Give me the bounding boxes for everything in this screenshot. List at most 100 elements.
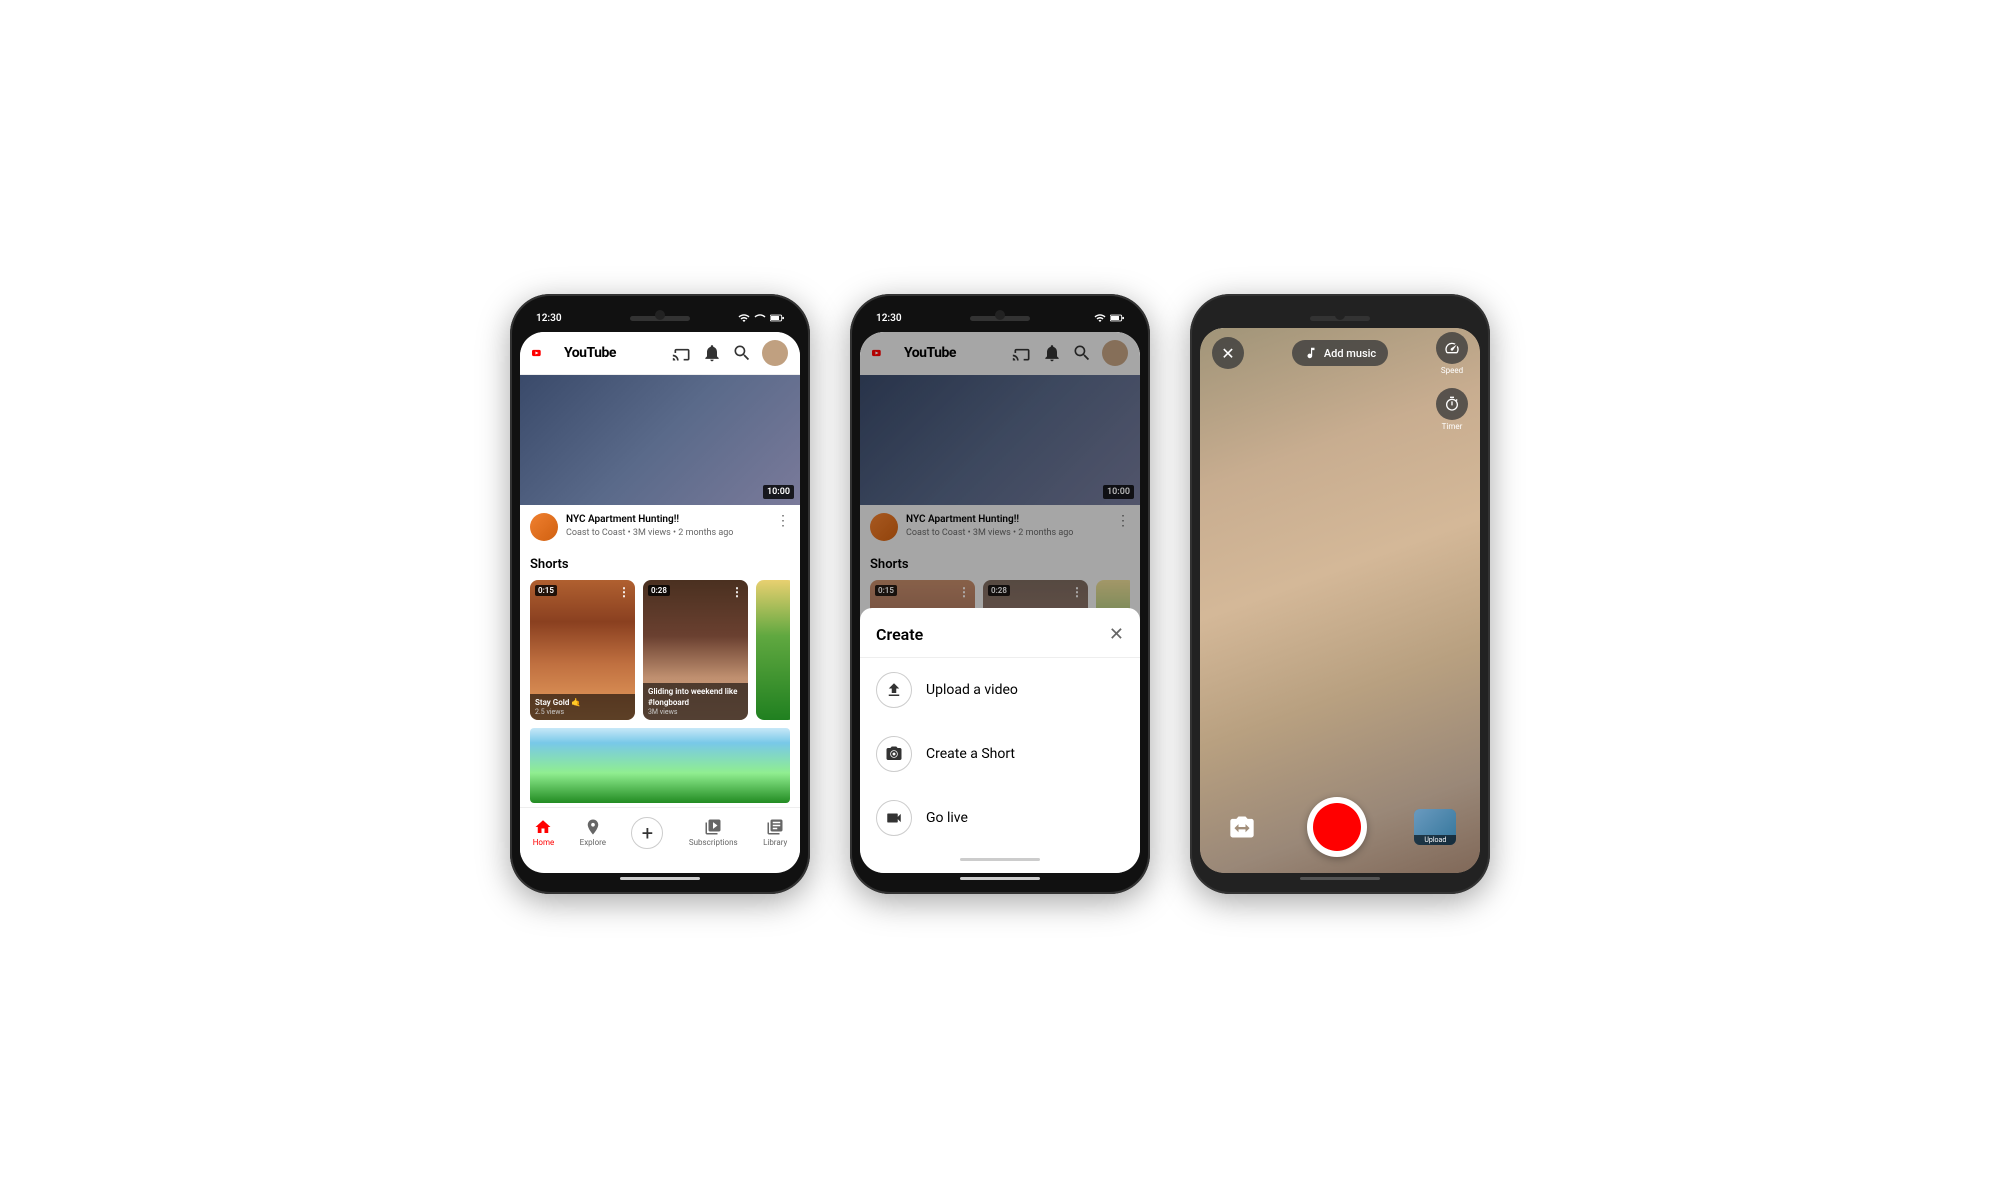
short-card-1[interactable]: 0:15 ⋮ Stay Gold 🤙 2.5 views	[530, 580, 635, 720]
video-details-1: NYC Apartment Hunting!! Coast to Coast •…	[566, 513, 768, 538]
phone-1-time: 12:30	[536, 313, 562, 324]
phone-1: 12:30 YouTube	[510, 294, 810, 894]
signal-icon	[754, 312, 766, 324]
wifi-icon	[738, 312, 750, 324]
home-indicator-3	[1300, 877, 1380, 880]
nav-explore-1[interactable]: Explore	[580, 818, 606, 847]
nav-home-label-1: Home	[533, 838, 555, 847]
avatar-1[interactable]	[762, 340, 788, 366]
short-thumb-3	[756, 580, 790, 720]
phone-2: 12:30 YouTube	[850, 294, 1150, 894]
create-modal-close-btn[interactable]: ✕	[1109, 624, 1124, 645]
modal-home-indicator	[960, 858, 1040, 861]
nav-subscriptions-label-1: Subscriptions	[689, 838, 738, 847]
short-card-3[interactable]	[756, 580, 790, 720]
yt-logo-text-1: YouTube	[564, 345, 616, 361]
add-music-label: Add music	[1324, 347, 1376, 360]
phone-3-screen: ✕ Add music Speed	[1200, 328, 1480, 873]
phone-2-time: 12:30	[876, 313, 902, 324]
search-icon-1[interactable]	[732, 343, 752, 363]
create-modal-live[interactable]: Go live	[860, 786, 1140, 850]
short-1-more[interactable]: ⋮	[618, 585, 630, 599]
shorts-row-1: 0:15 ⋮ Stay Gold 🤙 2.5 views 0:28	[530, 580, 790, 720]
phone-2-camera	[995, 310, 1005, 320]
upload-icon-circle	[876, 672, 912, 708]
short-1-views: 2.5 views	[535, 708, 630, 716]
cast-icon-1[interactable]	[672, 343, 692, 363]
short-1-info: Stay Gold 🤙 2.5 views	[530, 694, 635, 720]
upload-icon	[885, 681, 903, 699]
camera-upload-area[interactable]: Upload	[1414, 809, 1456, 845]
camera-right-tools: Timer	[1436, 388, 1468, 431]
phone-2-screen: YouTube 10:00 NYC Apartment Hunting!!	[860, 332, 1140, 873]
phones-container: 12:30 YouTube	[510, 294, 1490, 894]
video-more-1[interactable]: ⋮	[776, 513, 790, 529]
camera-timer-button[interactable]	[1436, 388, 1468, 420]
nav-home-1[interactable]: Home	[533, 818, 555, 847]
phone-1-status-icons	[738, 312, 784, 324]
yt-header-1: YouTube	[520, 332, 800, 375]
camera-upload-button[interactable]: Upload	[1414, 809, 1456, 845]
landscape-thumbnail-1[interactable]	[530, 728, 790, 803]
create-modal-header: Create ✕	[860, 624, 1140, 658]
camera-add-music-button[interactable]: Add music	[1292, 340, 1388, 366]
video-thumbnail-1[interactable]: 10:00	[520, 375, 800, 505]
upload-thumbnail	[1414, 809, 1456, 835]
short-2-more[interactable]: ⋮	[731, 585, 743, 599]
short-thumb-1: 0:15 ⋮ Stay Gold 🤙 2.5 views	[530, 580, 635, 720]
yt-logo-1: YouTube	[532, 343, 616, 363]
live-icon-circle	[876, 800, 912, 836]
video-title-1[interactable]: NYC Apartment Hunting!!	[566, 513, 768, 526]
create-modal-upload[interactable]: Upload a video	[860, 658, 1140, 722]
phone-2-status-icons	[1094, 312, 1124, 324]
short-2-views: 3M views	[648, 708, 743, 716]
short-1-duration: 0:15	[535, 585, 557, 596]
nav-library-1[interactable]: Library	[763, 818, 787, 847]
short-2-info: Gliding into weekend like #longboard 3M …	[643, 683, 748, 720]
phone-3-camera	[1335, 310, 1345, 320]
nav-add-1[interactable]: +	[631, 817, 663, 849]
video-duration-1: 10:00	[763, 485, 794, 499]
home-indicator-2	[960, 877, 1040, 880]
timer-label: Timer	[1442, 422, 1463, 431]
camera-flip-button[interactable]	[1224, 809, 1260, 845]
short-2-name: Gliding into weekend like #longboard	[648, 687, 743, 708]
short-thumb-third-bg	[756, 580, 790, 720]
nav-add-circle-1[interactable]: +	[631, 817, 663, 849]
short-card-2[interactable]: 0:28 ⋮ Gliding into weekend like #longbo…	[643, 580, 748, 720]
wifi-icon-2	[1094, 312, 1106, 324]
create-modal-title: Create	[876, 625, 923, 644]
camera-speed-button[interactable]	[1436, 332, 1468, 364]
timer-icon	[1444, 396, 1460, 412]
video-info-1: NYC Apartment Hunting!! Coast to Coast •…	[520, 505, 800, 549]
home-indicator-1	[620, 877, 700, 880]
nav-explore-label-1: Explore	[580, 838, 606, 847]
create-modal-overlay[interactable]: Create ✕ Upload a video	[860, 332, 1140, 873]
speed-label: Speed	[1441, 366, 1463, 375]
short-2-duration: 0:28	[648, 585, 670, 596]
nav-library-label-1: Library	[763, 838, 787, 847]
camera-icon-circle	[876, 736, 912, 772]
bell-icon-1[interactable]	[702, 343, 722, 363]
camera-bottom-bar: Upload	[1200, 797, 1480, 857]
create-modal-short[interactable]: Create a Short	[860, 722, 1140, 786]
yt-header-icons-1[interactable]	[672, 340, 788, 366]
camera-record-dot	[1313, 803, 1361, 851]
camera-close-button[interactable]: ✕	[1212, 337, 1244, 369]
camera-record-button[interactable]	[1307, 797, 1367, 857]
phone-1-screen: YouTube 10:00 NYC Apartment Hunting!!	[520, 332, 800, 873]
camera-screen: ✕ Add music Speed	[1200, 328, 1480, 873]
upload-video-label: Upload a video	[926, 682, 1018, 698]
create-modal[interactable]: Create ✕ Upload a video	[860, 608, 1140, 873]
battery-icon-2	[1110, 312, 1124, 324]
battery-icon	[770, 312, 784, 324]
camera-speed-tool[interactable]: Speed	[1436, 332, 1468, 375]
camera-top-bar: ✕ Add music Speed	[1200, 328, 1480, 378]
camera-timer-tool[interactable]: Timer	[1436, 388, 1468, 431]
bottom-nav-1: Home Explore + Subscriptions Library	[520, 807, 800, 857]
nav-subscriptions-1[interactable]: Subscriptions	[689, 818, 738, 847]
flip-camera-icon	[1228, 813, 1256, 841]
short-1-name: Stay Gold 🤙	[535, 698, 630, 708]
speed-icon	[1444, 340, 1460, 356]
video-thumb-bg-1	[520, 375, 800, 505]
